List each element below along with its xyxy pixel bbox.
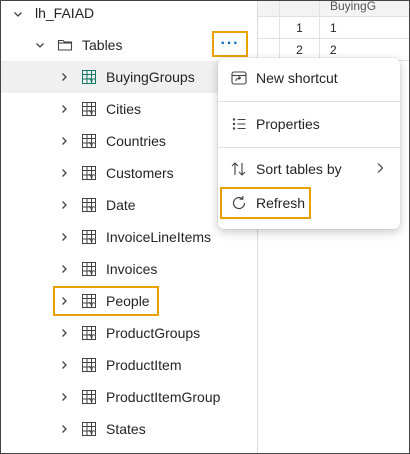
sort-icon (230, 160, 248, 178)
tree-item-product-item-group[interactable]: ProductItemGroup (1, 381, 257, 413)
table-icon (81, 261, 97, 277)
chevron-right-icon[interactable] (59, 360, 69, 370)
lakehouse-name: lh_FAIAD (35, 5, 95, 21)
menu-item-label: Properties (256, 116, 320, 132)
menu-item-label: New shortcut (256, 70, 338, 86)
properties-icon (230, 115, 248, 133)
tree-item-product-item[interactable]: ProductItem (1, 349, 257, 381)
chevron-right-icon (376, 161, 384, 177)
chevron-right-icon[interactable] (59, 264, 69, 274)
chevron-right-icon[interactable] (59, 424, 69, 434)
table-label: Countries (106, 133, 166, 149)
grid-column-header[interactable]: BuyingG (320, 1, 409, 17)
table-icon (81, 421, 97, 437)
chevron-right-icon[interactable] (59, 168, 69, 178)
table-icon (81, 69, 97, 85)
table-icon (81, 197, 97, 213)
folder-icon (57, 37, 73, 53)
menu-item-new-shortcut[interactable]: New shortcut (218, 62, 400, 94)
table-icon (81, 325, 97, 341)
chevron-right-icon[interactable] (59, 104, 69, 114)
grid-cell[interactable]: 1 (320, 17, 409, 39)
menu-item-properties[interactable]: Properties (218, 108, 400, 140)
chevron-down-icon[interactable] (13, 9, 23, 19)
menu-item-label: Sort tables by (256, 161, 342, 177)
tree-item-lakehouse[interactable]: lh_FAIAD (1, 1, 257, 27)
menu-item-sort-tables-by[interactable]: Sort tables by (218, 153, 400, 185)
lakehouse-explorer-window: BuyingG 1 1 2 2 lh_FAIAD Tables ··· Buyi… (0, 0, 410, 454)
tree-item-product-groups[interactable]: ProductGroups (1, 317, 257, 349)
table-label: Customers (106, 165, 174, 181)
grid-corner-cell (258, 1, 280, 17)
table-label: Date (106, 197, 136, 213)
table-icon (81, 101, 97, 117)
shortcut-icon (230, 69, 248, 87)
table-label: InvoiceLineItems (106, 229, 212, 245)
chevron-right-icon[interactable] (59, 136, 69, 146)
chevron-right-icon[interactable] (59, 392, 69, 402)
grid-row-number: 1 (280, 17, 320, 39)
menu-divider (218, 147, 400, 148)
tables-folder-label: Tables (82, 37, 123, 53)
table-label: States (106, 421, 146, 437)
table-label: Invoices (106, 261, 158, 277)
chevron-right-icon[interactable] (59, 72, 69, 82)
table-icon (81, 357, 97, 373)
chevron-right-icon[interactable] (59, 328, 69, 338)
table-icon (81, 389, 97, 405)
tree-item-invoices[interactable]: Invoices (1, 253, 257, 285)
table-label: ProductGroups (106, 325, 201, 341)
people-highlight (53, 286, 159, 316)
chevron-down-icon[interactable] (35, 40, 45, 50)
table-label: ProductItemGroup (106, 389, 221, 405)
table-label: Cities (106, 101, 142, 117)
more-options-button[interactable]: ··· (212, 31, 248, 57)
table-icon (81, 229, 97, 245)
menu-divider (218, 101, 400, 102)
table-label: ProductItem (106, 357, 182, 373)
table-label: BuyingGroups (106, 69, 195, 85)
table-icon (81, 133, 97, 149)
grid-row-header (280, 1, 320, 17)
table-icon (81, 165, 97, 181)
chevron-right-icon[interactable] (59, 232, 69, 242)
refresh-highlight (220, 187, 311, 219)
chevron-right-icon[interactable] (59, 200, 69, 210)
tree-item-states[interactable]: States (1, 413, 257, 445)
grid-gutter-cell (258, 17, 280, 39)
